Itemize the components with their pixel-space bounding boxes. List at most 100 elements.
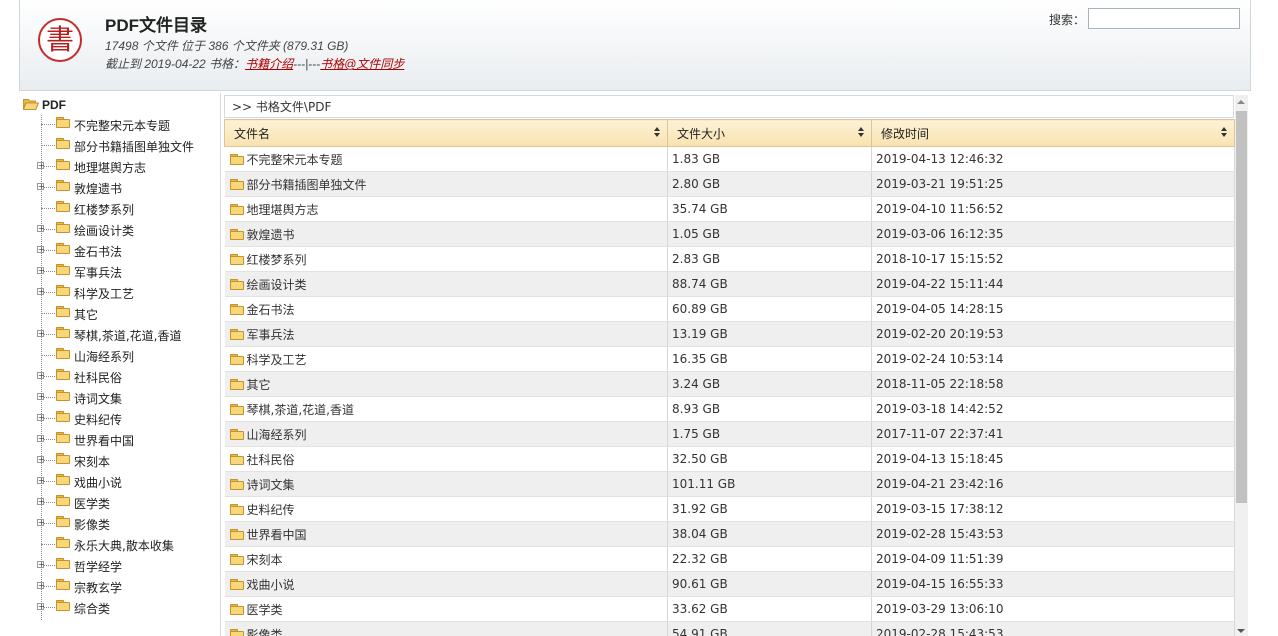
expand-plus-icon[interactable] [37,288,45,295]
tree-item[interactable]: 哲学经学 [19,555,219,576]
column-header-time-label: 修改时间 [881,126,930,141]
file-sync-link[interactable]: 书格@文件同步 [320,57,404,71]
tree-item[interactable]: 琴棋,茶道,花道,香道 [19,324,219,345]
tree-root-pdf[interactable]: PDF [22,96,66,114]
cell-name[interactable]: 敦煌遗书 [224,221,668,247]
table-row[interactable]: 金石书法 60.89 GB 2019-04-05 14:28:15 [224,296,1235,322]
tree-item[interactable]: 诗词文集 [19,387,219,408]
cell-name[interactable]: 宋刻本 [224,546,668,572]
table-row[interactable]: 世界看中国 38.04 GB 2019-02-28 15:43:53 [224,521,1235,547]
cell-name[interactable]: 绘画设计类 [224,271,668,297]
cell-name[interactable]: 诗词文集 [224,471,668,497]
search-input[interactable] [1088,8,1240,29]
table-row[interactable]: 敦煌遗书 1.05 GB 2019-03-06 16:12:35 [224,221,1235,247]
tree-item[interactable]: 宗教玄学 [19,576,219,597]
table-row[interactable]: 山海经系列 1.75 GB 2017-11-07 22:37:41 [224,421,1235,447]
table-row[interactable]: 医学类 33.62 GB 2019-03-29 13:06:10 [224,596,1235,622]
cell-modified-time: 2019-03-06 16:12:35 [871,221,1235,247]
expand-plus-icon[interactable] [37,225,45,232]
cell-name[interactable]: 军事兵法 [224,321,668,347]
tree-item[interactable]: 史料纪传 [19,408,219,429]
tree-item[interactable]: 世界看中国 [19,429,219,450]
tree-item[interactable]: 地理堪舆方志 [19,156,219,177]
tree-item[interactable]: 绘画设计类 [19,219,219,240]
cell-name[interactable]: 影像类 [224,621,668,636]
cell-name[interactable]: 红楼梦系列 [224,246,668,272]
expand-plus-icon[interactable] [37,372,45,379]
expand-plus-icon[interactable] [37,393,45,400]
expand-plus-icon[interactable] [37,603,45,610]
expand-plus-icon[interactable] [37,162,45,169]
cell-name[interactable]: 史料纪传 [224,496,668,522]
tree-item[interactable]: 敦煌遗书 [19,177,219,198]
tree-item[interactable]: 山海经系列 [19,345,219,366]
tree-item[interactable]: 戏曲小说 [19,471,219,492]
cell-name[interactable]: 琴棋,茶道,花道,香道 [224,396,668,422]
table-row[interactable]: 琴棋,茶道,花道,香道 8.93 GB 2019-03-18 14:42:52 [224,396,1235,422]
tree-item-label: 世界看中国 [74,434,135,448]
tree-item[interactable]: 科学及工艺 [19,282,219,303]
tree-item[interactable]: 不完整宋元本专题 [19,114,219,135]
tree-connector [41,208,55,209]
expand-plus-icon[interactable] [37,477,45,484]
tree-item[interactable]: 红楼梦系列 [19,198,219,219]
scrollbar-thumb[interactable] [1236,111,1247,503]
tree-item[interactable]: 影像类 [19,513,219,534]
table-row[interactable]: 不完整宋元本专题 1.83 GB 2019-04-13 12:46:32 [224,146,1235,172]
folder-icon [56,537,70,548]
table-row[interactable]: 部分书籍插图单独文件 2.80 GB 2019-03-21 19:51:25 [224,171,1235,197]
cell-name[interactable]: 其它 [224,371,668,397]
cell-name[interactable]: 社科民俗 [224,446,668,472]
book-intro-link[interactable]: 书籍介绍 [245,57,293,71]
expand-plus-icon[interactable] [37,435,45,442]
cell-name[interactable]: 世界看中国 [224,521,668,547]
table-row[interactable]: 地理堪舆方志 35.74 GB 2019-04-10 11:56:52 [224,196,1235,222]
table-row[interactable]: 军事兵法 13.19 GB 2019-02-20 20:19:53 [224,321,1235,347]
cell-name[interactable]: 金石书法 [224,296,668,322]
table-row[interactable]: 影像类 54.91 GB 2019-02-28 15:43:53 [224,621,1235,636]
table-row[interactable]: 史料纪传 31.92 GB 2019-03-15 17:38:12 [224,496,1235,522]
expand-plus-icon[interactable] [37,330,45,337]
column-header-time[interactable]: 修改时间 [871,119,1235,147]
cell-name[interactable]: 部分书籍插图单独文件 [224,171,668,197]
cell-name[interactable]: 山海经系列 [224,421,668,447]
tree-item[interactable]: 金石书法 [19,240,219,261]
expand-plus-icon[interactable] [37,456,45,463]
expand-plus-icon[interactable] [37,582,45,589]
cell-name[interactable]: 医学类 [224,596,668,622]
expand-plus-icon[interactable] [37,498,45,505]
cell-name[interactable]: 科学及工艺 [224,346,668,372]
scroll-down-arrow-icon[interactable] [1237,629,1245,633]
vertical-scrollbar[interactable] [1235,95,1248,636]
tree-item[interactable]: 医学类 [19,492,219,513]
expand-plus-icon[interactable] [37,246,45,253]
tree-item[interactable]: 军事兵法 [19,261,219,282]
table-row[interactable]: 绘画设计类 88.74 GB 2019-04-22 15:11:44 [224,271,1235,297]
expand-plus-icon[interactable] [37,519,45,526]
file-list-panel: >> 书格文件\PDF 文件名 文件大小 修改时间 不完整宋元本专题 1.83 G… [224,95,1248,636]
cell-name[interactable]: 地理堪舆方志 [224,196,668,222]
tree-item[interactable]: 综合类 [19,597,219,618]
table-row[interactable]: 诗词文集 101.11 GB 2019-04-21 23:42:16 [224,471,1235,497]
tree-item[interactable]: 社科民俗 [19,366,219,387]
tree-item[interactable]: 其它 [19,303,219,324]
table-row[interactable]: 其它 3.24 GB 2018-11-05 22:18:58 [224,371,1235,397]
table-row[interactable]: 社科民俗 32.50 GB 2019-04-13 15:18:45 [224,446,1235,472]
table-row[interactable]: 红楼梦系列 2.83 GB 2018-10-17 15:15:52 [224,246,1235,272]
expand-plus-icon[interactable] [37,561,45,568]
cell-name[interactable]: 不完整宋元本专题 [224,146,668,172]
expand-plus-icon[interactable] [37,414,45,421]
tree-item[interactable]: 宋刻本 [19,450,219,471]
table-row[interactable]: 戏曲小说 90.61 GB 2019-04-15 16:55:33 [224,571,1235,597]
column-header-name[interactable]: 文件名 [224,119,668,147]
table-row[interactable]: 科学及工艺 16.35 GB 2019-02-24 10:53:14 [224,346,1235,372]
column-header-size[interactable]: 文件大小 [667,119,872,147]
expand-plus-icon[interactable] [37,183,45,190]
table-row[interactable]: 宋刻本 22.32 GB 2019-04-09 11:51:39 [224,546,1235,572]
scroll-up-arrow-icon[interactable] [1237,100,1245,104]
tree-item[interactable]: 部分书籍插图单独文件 [19,135,219,156]
expand-plus-icon[interactable] [37,267,45,274]
tree-item[interactable]: 永乐大典,散本收集 [19,534,219,555]
cell-name[interactable]: 戏曲小说 [224,571,668,597]
tree-item-label: 宋刻本 [74,455,111,469]
